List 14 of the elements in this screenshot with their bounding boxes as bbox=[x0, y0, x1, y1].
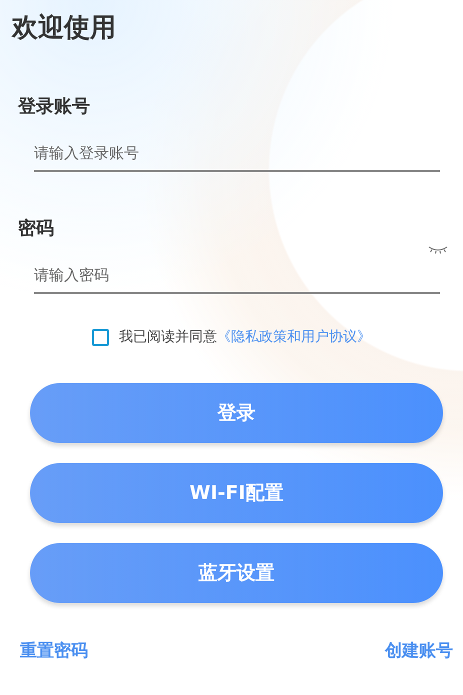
action-button[interactable]: WI-FI配置 bbox=[30, 463, 443, 523]
input-field[interactable]: 请输入密码 bbox=[34, 260, 440, 294]
privacy-policy-link[interactable]: 《隐私政策和用户协议》 bbox=[217, 328, 371, 346]
welcome-title: 欢迎使用 bbox=[12, 12, 117, 45]
footer-link[interactable]: 创建账号 bbox=[385, 639, 453, 662]
field-label: 密码 bbox=[18, 217, 55, 241]
agreement-checkbox[interactable] bbox=[92, 328, 109, 346]
action-button[interactable]: 登录 bbox=[30, 383, 443, 443]
footer-link[interactable]: 重置密码 bbox=[20, 639, 88, 662]
input-field[interactable]: 请输入登录账号 bbox=[34, 138, 440, 172]
agreement-text: 我已阅读并同意 bbox=[119, 328, 217, 346]
closed-eye-icon[interactable] bbox=[428, 246, 448, 254]
action-button[interactable]: 蓝牙设置 bbox=[30, 543, 443, 603]
field-label: 登录账号 bbox=[18, 95, 91, 119]
